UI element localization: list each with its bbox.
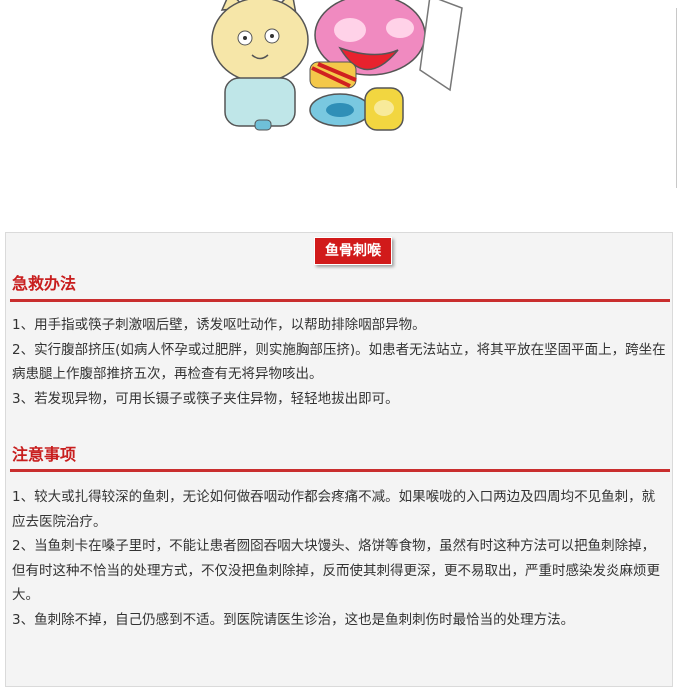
section-title-first-aid: 急救办法	[12, 274, 77, 293]
list-item: 3、鱼刺除不掉，自己仍感到不适。到医院请医生诊治，这也是鱼刺刺伤时最恰当的处理方…	[12, 611, 575, 628]
section-rule	[10, 299, 670, 302]
list-item: 2、当鱼刺卡在嗓子里时，不能让患者囫囵吞咽大块馒头、烙饼等食物，虽然有时这种方法…	[12, 538, 660, 603]
list-item: 1、用手指或筷子刺激咽后壁，诱发呕吐动作，以帮助排除咽部异物。	[12, 317, 426, 333]
list-item: 1、较大或扎得较深的鱼刺，无论如何做吞咽动作都会疼痛不减。如果喉咙的入口两边及四…	[12, 489, 656, 530]
content-card: 鱼骨刺喉 急救办法 1、用手指或筷子刺激咽后壁，诱发呕吐动作，以帮助排除咽部异物…	[5, 232, 673, 687]
section-rule	[10, 469, 670, 472]
first-aid-list: 1、用手指或筷子刺激咽后壁，诱发呕吐动作，以帮助排除咽部异物。 2、实行腹部挤压…	[12, 313, 668, 411]
list-item: 2、实行腹部挤压(如病人怀孕或过肥胖，则实施胸部压挤)。如患者无法站立，将其平放…	[12, 341, 666, 383]
pink-patient-figure	[309, 0, 463, 131]
divider-line	[676, 8, 677, 188]
badge-title: 鱼骨刺喉	[314, 237, 392, 265]
cat-doctor-figure	[211, 0, 309, 131]
list-item: 3、若发现异物，可用长镊子或筷子夹住异物，轻轻地拔出即可。	[12, 390, 399, 407]
cartoon-illustration	[211, 0, 463, 131]
precautions-list: 1、较大或扎得较深的鱼刺，无论如何做吞咽动作都会疼痛不减。如果喉咙的入口两边及四…	[12, 485, 668, 632]
section-title-precautions: 注意事项	[12, 445, 77, 464]
